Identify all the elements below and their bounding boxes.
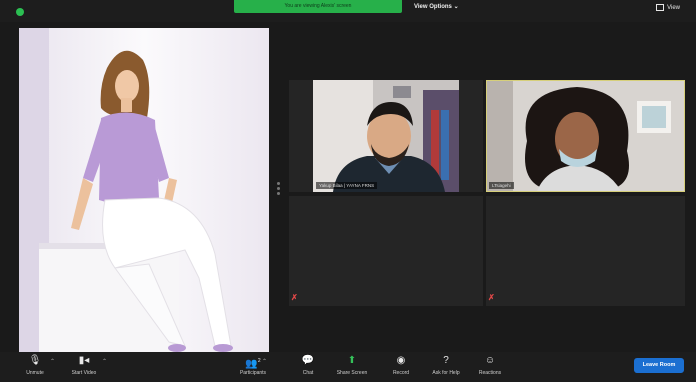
record-icon: ◉ <box>396 355 406 366</box>
record-button[interactable]: ◉ Record <box>386 354 416 376</box>
ask-for-help-label: Ask for Help <box>432 370 460 376</box>
start-video-label: Start Video <box>71 370 97 376</box>
empty-tile: ✗ <box>289 196 483 306</box>
participants-options-caret-icon[interactable]: ⌃ <box>262 358 267 365</box>
view-options-label: View Options <box>414 4 452 10</box>
meeting-toolbar: 🎙 Unmute ⌃ ▮◂ Start Video ⌃ 👥2 Participa… <box>0 352 696 382</box>
participant-tile[interactable]: Yakup Bilaa | YAYNA FRNS <box>289 80 483 192</box>
share-screen-icon: ⬆ <box>347 355 357 366</box>
chat-button[interactable]: 💬 Chat <box>296 354 320 376</box>
participant-video <box>313 80 459 192</box>
microphone-muted-icon: 🎙 <box>28 355 42 366</box>
unmute-button[interactable]: 🎙 Unmute <box>20 354 50 376</box>
participant-name-label: Yakup Bilaa | YAYNA FRNS <box>316 182 378 189</box>
view-toggle-label: View <box>667 5 680 12</box>
leave-room-button[interactable]: Leave Room <box>634 358 684 373</box>
record-label: Record <box>392 370 410 376</box>
shared-photo <box>19 28 269 354</box>
participant-video <box>486 80 685 192</box>
reactions-label: Reactions <box>478 370 502 376</box>
participants-count: 2 <box>257 358 261 364</box>
meeting-top-bar: You are viewing Alexis' screen View Opti… <box>0 0 696 22</box>
participant-name-label: LTsiagehi <box>489 182 514 189</box>
participant-tile-active[interactable]: LTsiagehi <box>486 80 685 192</box>
view-toggle-button[interactable]: View <box>656 4 680 11</box>
ask-for-help-button[interactable]: ? Ask for Help <box>424 354 468 376</box>
muted-mic-icon: ✗ <box>291 293 298 302</box>
smiley-icon: ☺ <box>484 355 496 366</box>
empty-tile: ✗ <box>486 196 685 306</box>
participant-video-frame <box>313 80 459 192</box>
security-shield-icon[interactable] <box>16 8 24 16</box>
screen-share-banner: You are viewing Alexis' screen <box>234 0 402 13</box>
participant-video-frame <box>487 81 684 191</box>
video-options-caret-icon[interactable]: ⌃ <box>102 358 107 365</box>
participants-icon: 👥2 <box>245 358 261 370</box>
grid-view-icon <box>656 4 665 11</box>
reactions-button[interactable]: ☺ Reactions <box>472 354 508 376</box>
chat-bubble-icon: 💬 <box>301 355 315 366</box>
audio-options-caret-icon[interactable]: ⌃ <box>50 358 55 365</box>
chat-label: Chat <box>302 370 314 376</box>
shared-screen <box>19 28 269 354</box>
share-screen-button[interactable]: ⬆ Share Screen <box>330 354 374 376</box>
video-off-icon: ▮◂ <box>78 355 90 366</box>
participants-label: Participants <box>239 370 267 376</box>
start-video-button[interactable]: ▮◂ Start Video <box>64 354 104 376</box>
view-options-menu[interactable]: View Options ⌄ <box>414 3 459 10</box>
unmute-label: Unmute <box>26 370 44 376</box>
muted-mic-icon: ✗ <box>488 293 495 302</box>
participants-button[interactable]: 👥2 Participants <box>232 354 274 376</box>
help-icon: ? <box>443 355 449 366</box>
panel-resize-handle[interactable] <box>277 182 280 204</box>
share-screen-label: Share Screen <box>336 370 368 376</box>
